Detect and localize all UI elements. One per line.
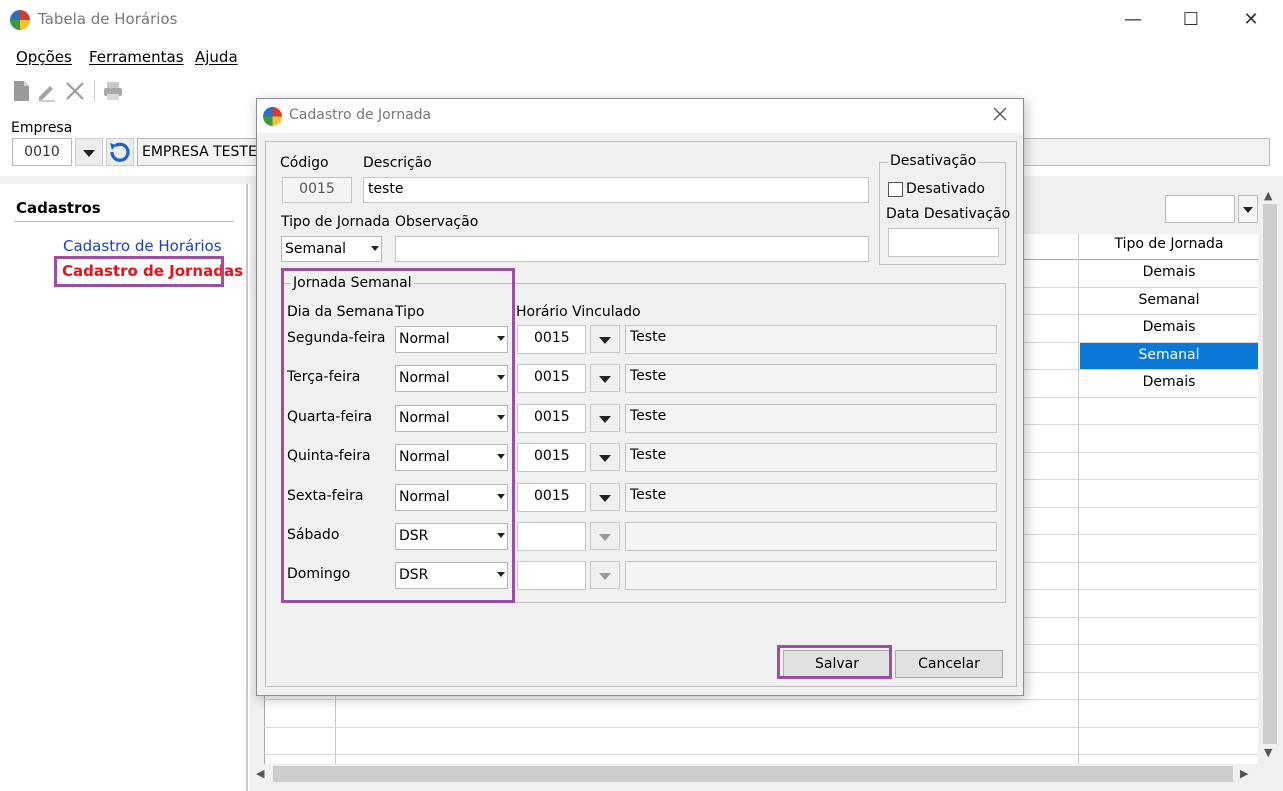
grid-row-divider [264,699,1258,700]
desativacao-group-title: Desativação [888,153,979,169]
dialog-title: Cadastro de Jornada [289,107,432,123]
new-document-icon[interactable] [10,80,32,102]
horario-dropdown-button[interactable] [590,561,620,589]
descricao-label: Descrição [363,155,432,171]
grid-header-tipo-jornada[interactable]: Tipo de Jornada [1080,236,1258,252]
tipo-jornada-select[interactable]: Semanal [281,236,382,262]
empresa-refresh-button[interactable] [106,138,134,166]
tipo-jornada-value: Semanal [285,241,347,257]
desativado-label: Desativado [906,181,985,197]
horario-dropdown-button[interactable] [590,483,620,511]
table-row[interactable]: Demais [1080,260,1258,288]
horario-code-field[interactable]: 0015 [517,364,586,393]
highlight-box [281,268,515,603]
cadastro-jornada-dialog: Cadastro de Jornada Código 0015 Descriçã… [256,98,1024,696]
scroll-up-arrow-icon[interactable]: ▲ [1264,189,1272,202]
horario-name-field [625,561,997,590]
sidebar-item-cadastro-horarios[interactable]: Cadastro de Horários [63,237,222,255]
horario-name-field: Teste [625,483,997,512]
data-desativacao-label: Data Desativação [886,206,1011,222]
chevron-down-icon [83,150,95,157]
sidebar-divider [14,221,234,222]
grid-row-divider [264,754,1258,755]
horario-dropdown-button[interactable] [590,325,620,353]
edit-pencil-icon[interactable] [36,80,58,102]
codigo-field[interactable]: 0015 [282,177,352,203]
horario-code-field[interactable]: 0015 [517,404,586,433]
sidebar-title: Cadastros [16,199,101,217]
close-window-button[interactable]: ✕ [1228,6,1274,34]
horario-code-field[interactable] [517,522,586,551]
table-row[interactable]: Semanal [1080,342,1258,370]
empresa-code-field[interactable]: 0010 [12,138,72,166]
horario-code-field[interactable]: 0015 [517,325,586,354]
table-row[interactable]: Demais [1080,315,1258,343]
horizontal-scroll-thumb[interactable] [273,766,1233,782]
window-title: Tabela de Horários [38,10,178,28]
horario-dropdown-button[interactable] [590,364,620,392]
chevron-down-icon [599,337,611,344]
highlight-box [777,645,892,679]
highlight-box [54,256,224,287]
observacao-field[interactable] [395,236,869,262]
scroll-right-arrow-icon[interactable]: ▶ [1240,767,1248,780]
chevron-down-icon [599,573,611,580]
chevron-down-icon [371,246,379,251]
maximize-button[interactable]: ☐ [1168,6,1214,34]
horario-code-field[interactable] [517,561,586,590]
chevron-down-icon [599,495,611,502]
desativado-checkbox[interactable] [888,182,903,197]
empresa-dropdown-button[interactable] [75,138,103,166]
menu-ferramentas[interactable]: Ferramentas [89,48,184,66]
dialog-title-bar: Cadastro de Jornada [257,99,1023,133]
chevron-down-icon [599,455,611,462]
horario-name-field: Teste [625,364,997,393]
filter-dropdown-button[interactable] [1238,195,1258,223]
toolbar-separator [94,80,95,102]
col-horario-vinculado: Horário Vinculado [516,304,641,320]
chevron-down-icon [1243,207,1253,213]
horario-dropdown-button[interactable] [590,404,620,432]
horario-name-field: Teste [625,404,997,433]
dialog-panel: Código 0015 Descrição teste Tipo de Jorn… [265,141,1017,687]
horario-name-field: Teste [625,443,997,472]
chevron-down-icon [599,534,611,541]
app-logo-icon [263,107,282,126]
print-icon[interactable] [102,80,124,102]
descricao-field[interactable]: teste [363,177,869,203]
horario-code-field[interactable]: 0015 [517,443,586,472]
chevron-down-icon [599,416,611,423]
codigo-label: Código [280,155,329,171]
scroll-down-arrow-icon[interactable]: ▼ [1264,746,1272,759]
data-desativacao-field[interactable] [888,228,999,257]
tipo-jornada-label: Tipo de Jornada [281,214,390,230]
main-title-bar: Tabela de Horários — ☐ ✕ [0,0,1283,40]
sidebar: Cadastros Cadastro de Horários Cadastro … [0,184,248,791]
menu-bar: Opções Ferramentas Ajuda [0,44,1283,70]
cancelar-button[interactable]: Cancelar [895,650,1003,678]
horario-dropdown-button[interactable] [590,522,620,550]
empresa-label: Empresa [11,120,73,136]
table-row[interactable]: Demais [1080,370,1258,398]
app-logo-icon [10,10,30,30]
scroll-left-arrow-icon[interactable]: ◀ [256,767,264,780]
horario-code-field[interactable]: 0015 [517,483,586,512]
filter-input[interactable] [1165,195,1235,223]
dialog-close-button[interactable] [985,103,1015,129]
chevron-down-icon [599,376,611,383]
horario-dropdown-button[interactable] [590,443,620,471]
minimize-button[interactable]: — [1110,6,1156,34]
horario-name-field: Teste [625,325,997,354]
grid-row-divider [264,726,1258,728]
close-icon [993,107,1007,121]
menu-ajuda[interactable]: Ajuda [195,48,238,66]
horario-name-field [625,522,997,551]
menu-opcoes[interactable]: Opções [16,48,72,66]
refresh-arrow-icon [110,142,130,162]
delete-x-icon[interactable] [64,80,86,102]
vertical-scroll-thumb[interactable] [1263,204,1277,744]
observacao-label: Observação [395,214,479,230]
table-row[interactable]: Semanal [1080,288,1258,315]
